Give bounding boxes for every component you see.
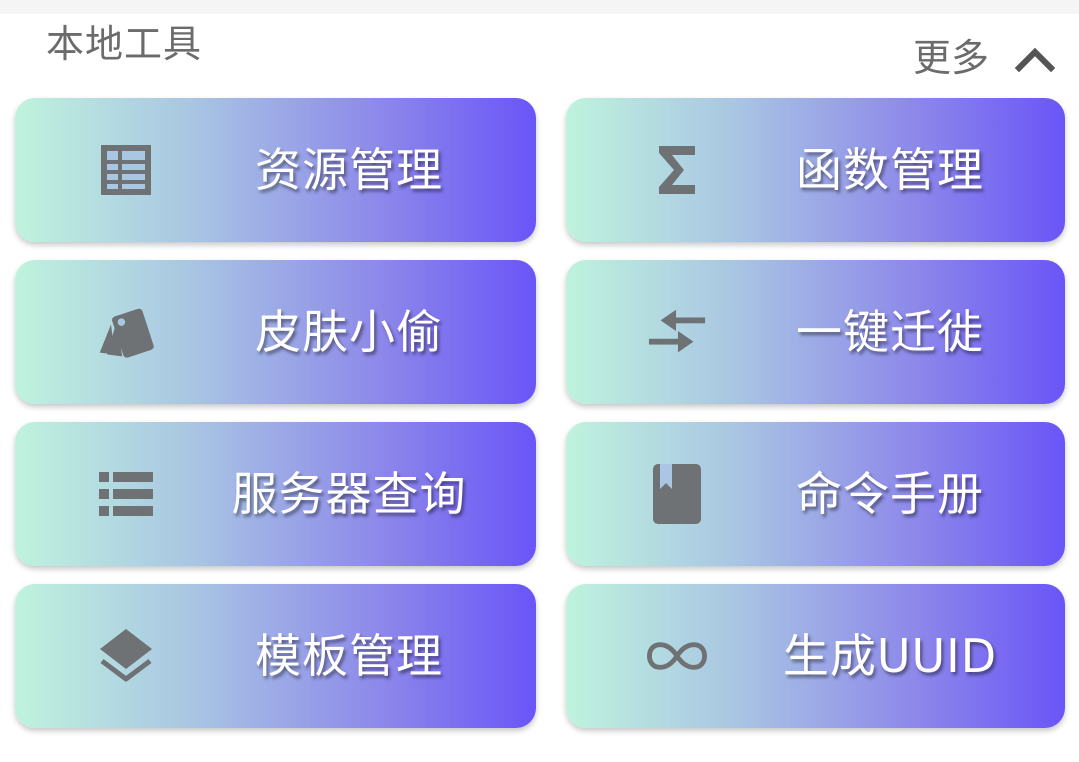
more-label: 更多 <box>912 36 989 80</box>
sigma-icon <box>647 140 707 200</box>
tool-card-resource-management[interactable]: 资源管理 <box>15 98 536 242</box>
tool-label: 一键迁徙 <box>796 305 984 359</box>
swatch-cards-icon <box>96 302 156 362</box>
table-icon <box>96 140 156 200</box>
layers-icon <box>96 626 156 686</box>
tool-card-function-management[interactable]: 函数管理 <box>566 98 1065 242</box>
tool-label: 服务器查询 <box>231 467 467 521</box>
tool-label: 模板管理 <box>255 629 443 683</box>
section-title: 本地工具 <box>46 22 203 66</box>
more-toggle[interactable]: 更多 <box>913 32 1055 84</box>
tool-card-one-click-migrate[interactable]: 一键迁徙 <box>566 260 1065 404</box>
tool-card-template-management[interactable]: 模板管理 <box>15 584 536 728</box>
tool-label: 函数管理 <box>796 143 984 197</box>
tool-card-server-query[interactable]: 服务器查询 <box>15 422 536 566</box>
tool-label: 命令手册 <box>796 467 984 521</box>
tool-label: 生成UUID <box>782 629 998 683</box>
tool-label: 资源管理 <box>255 143 443 197</box>
bookmark-book-icon <box>647 464 707 524</box>
tool-card-generate-uuid[interactable]: 生成UUID <box>566 584 1065 728</box>
list-icon <box>96 464 156 524</box>
tool-label: 皮肤小偷 <box>255 305 443 359</box>
compare-arrows-icon <box>647 302 707 362</box>
tool-card-command-manual[interactable]: 命令手册 <box>566 422 1065 566</box>
chevron-up-icon[interactable] <box>1015 38 1055 78</box>
tool-card-skin-thief[interactable]: 皮肤小偷 <box>15 260 536 404</box>
top-strip <box>0 0 1079 14</box>
infinity-icon <box>647 626 707 686</box>
